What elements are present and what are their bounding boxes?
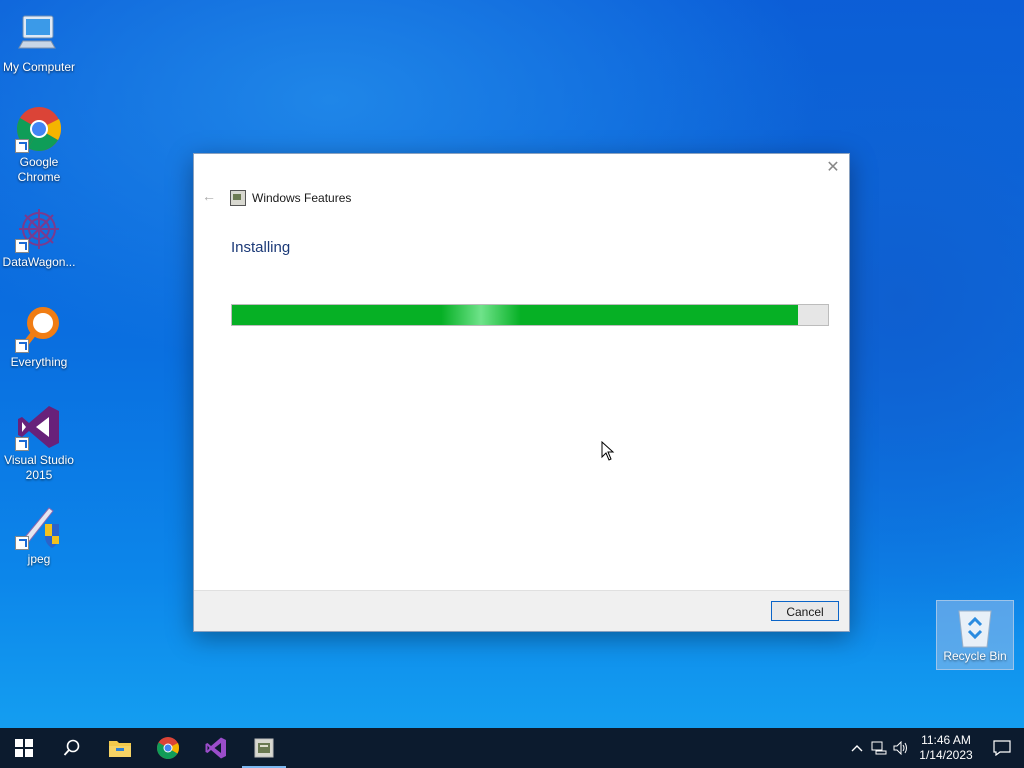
desktop: My Computer Google Chrome DataWagon... E… (0, 0, 1024, 728)
desktop-icon-datawagon[interactable]: DataWagon... (0, 205, 78, 270)
windows-features-icon (254, 738, 274, 758)
chrome-icon (15, 105, 63, 153)
taskbar-visual-studio[interactable] (192, 728, 240, 768)
dialog-title-bar: Windows Features (230, 190, 351, 206)
desktop-icon-jpeg[interactable]: jpeg (0, 502, 78, 567)
file-explorer-icon (109, 741, 131, 757)
recycle-bin-icon (955, 605, 995, 649)
desktop-icon-label: jpeg (27, 552, 51, 566)
shortcut-arrow-icon (15, 536, 29, 550)
chrome-icon (157, 737, 180, 759)
desktop-icon-label: DataWagon... (2, 255, 76, 269)
taskbar-chrome[interactable] (144, 728, 192, 768)
desktop-icon-label: Google Chrome (17, 155, 61, 184)
desktop-icon-label: Recycle Bin (943, 649, 1007, 663)
system-tray: 11:46 AM 1/14/2023 (846, 728, 1024, 768)
shortcut-arrow-icon (15, 139, 29, 153)
datawagon-icon (15, 205, 63, 253)
magnifier-icon (15, 305, 63, 353)
taskbar-file-explorer[interactable] (96, 728, 144, 768)
installing-heading: Installing (231, 239, 291, 256)
back-arrow-icon[interactable]: ← (202, 188, 216, 204)
windows-features-dialog: ✕ ← Windows Features Installing Cancel (193, 153, 850, 632)
close-icon[interactable]: ✕ (823, 158, 843, 178)
desktop-icon-my-computer[interactable]: My Computer (0, 10, 78, 75)
visual-studio-icon (205, 737, 226, 759)
taskbar-windows-features[interactable] (240, 728, 288, 768)
clock-time: 11:46 AM (921, 733, 971, 747)
volume-icon[interactable] (890, 728, 912, 768)
shortcut-arrow-icon (15, 339, 29, 353)
clock-date: 1/14/2023 (919, 748, 973, 762)
dialog-title: Windows Features (252, 191, 352, 205)
shortcut-arrow-icon (15, 239, 29, 253)
cancel-button[interactable]: Cancel (771, 601, 839, 621)
jpeg-tool-icon (15, 502, 63, 550)
clock[interactable]: 11:46 AM 1/14/2023 (912, 733, 980, 763)
visual-studio-icon (15, 403, 63, 451)
action-center-button[interactable] (980, 728, 1024, 768)
search-icon (63, 739, 80, 756)
desktop-icon-visual-studio[interactable]: Visual Studio 2015 (0, 403, 78, 483)
desktop-icon-google-chrome[interactable]: Google Chrome (0, 105, 78, 185)
progress-bar-fill (232, 305, 799, 325)
progress-bar (231, 304, 829, 326)
desktop-icon-everything[interactable]: Everything (0, 305, 78, 370)
desktop-icon-label: Everything (10, 355, 68, 369)
search-button[interactable] (48, 728, 96, 768)
dialog-footer: Cancel (194, 590, 849, 631)
taskbar: 11:46 AM 1/14/2023 (0, 728, 1024, 768)
desktop-icon-label: My Computer (2, 60, 76, 74)
windows-features-icon (230, 190, 246, 206)
mouse-cursor-icon (601, 440, 615, 466)
chevron-up-icon[interactable] (846, 728, 868, 768)
desktop-icon-label: Visual Studio 2015 (4, 453, 74, 482)
computer-icon (15, 10, 63, 58)
notification-icon (993, 740, 1011, 756)
start-button[interactable] (0, 728, 48, 768)
start-icon (15, 739, 33, 757)
shortcut-arrow-icon (15, 437, 29, 451)
desktop-icon-recycle-bin[interactable]: Recycle Bin (936, 600, 1014, 670)
network-icon[interactable] (868, 728, 890, 768)
